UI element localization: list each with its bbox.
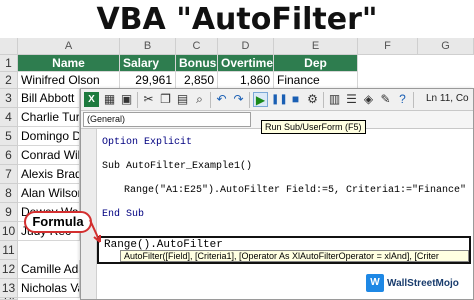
find-icon[interactable]: ⌕	[192, 92, 207, 107]
select-all-corner[interactable]	[0, 38, 18, 55]
brand-name: WallStreetMojo	[387, 277, 459, 289]
row-header[interactable]: 1	[0, 55, 18, 72]
toolbox-icon[interactable]: ✎	[378, 92, 393, 107]
row-header[interactable]: 2	[0, 72, 18, 89]
logo-icon: W	[366, 274, 384, 292]
table-cell[interactable]: Alan Wilson	[18, 184, 80, 203]
column-header-a[interactable]: A	[18, 38, 120, 55]
save-icon[interactable]: ▣	[119, 92, 134, 107]
header-cell-dep[interactable]: Dep	[274, 55, 358, 72]
row-header[interactable]: 7	[0, 165, 18, 184]
header-cell-name[interactable]: Name	[18, 55, 120, 72]
row-header[interactable]: 13	[0, 279, 18, 298]
toolbar-separator	[249, 92, 250, 108]
table-cell[interactable]: Charlie Turi	[18, 108, 80, 127]
undo-icon[interactable]: ↶	[214, 92, 229, 107]
row-header[interactable]: 5	[0, 127, 18, 146]
table-cell[interactable]: Domingo D	[18, 127, 80, 146]
table-cell[interactable]: Conrad Wil	[18, 146, 80, 165]
row-header[interactable]: 9	[0, 203, 18, 222]
table-cell[interactable]: Camille Ada	[18, 260, 80, 279]
object-browser-icon[interactable]: ◈	[361, 92, 376, 107]
row-header[interactable]: 4	[0, 108, 18, 127]
row-header[interactable]: 8	[0, 184, 18, 203]
copy-icon[interactable]: ❐	[158, 92, 173, 107]
cut-icon[interactable]: ✂	[141, 92, 156, 107]
toolbar-separator	[323, 92, 324, 108]
vba-toolbar: X ▦ ▣ ✂ ❐ ▤ ⌕ ↶ ↷ ▶ ❚❚ ■ ⚙ ▥ ☰ ◈ ✎ ? Ln …	[81, 89, 473, 111]
break-icon[interactable]: ❚❚	[271, 92, 288, 107]
paste-icon[interactable]: ▤	[175, 92, 190, 107]
object-dropdown[interactable]: (General)	[83, 112, 251, 127]
project-explorer-icon[interactable]: ▥	[327, 92, 342, 107]
run-icon[interactable]: ▶	[253, 92, 268, 107]
table-cell[interactable]: Finance	[274, 72, 358, 89]
intellisense-tooltip: AutoFilter([Field], [Criteria1], [Operat…	[120, 250, 469, 262]
redo-icon[interactable]: ↷	[231, 92, 246, 107]
insert-module-icon[interactable]: ▦	[102, 92, 117, 107]
row-header[interactable]: 3	[0, 89, 18, 108]
code-line[interactable]: End Sub	[102, 209, 144, 220]
table-cell[interactable]: 29,961	[120, 72, 176, 89]
code-line[interactable]: Range("A1:E25").AutoFilter Field:=5, Cri…	[124, 185, 466, 196]
toolbar-separator	[210, 92, 211, 108]
brand-logo: W WallStreetMojo	[366, 272, 459, 294]
table-cell[interactable]: Winifred Olson	[18, 72, 120, 89]
column-header-f[interactable]: F	[358, 38, 418, 55]
header-cell-overtime[interactable]: Overtime	[218, 55, 274, 72]
table-cell[interactable]: Alexis Bradl	[18, 165, 80, 184]
header-cell-salary[interactable]: Salary	[120, 55, 176, 72]
code-line[interactable]: Option Explicit	[102, 137, 192, 148]
page-title: VBA "AutoFilter"	[96, 2, 378, 37]
column-header-c[interactable]: C	[176, 38, 218, 55]
vba-editor-window: X ▦ ▣ ✂ ❐ ▤ ⌕ ↶ ↷ ▶ ❚❚ ■ ⚙ ▥ ☰ ◈ ✎ ? Ln …	[80, 88, 474, 300]
formula-callout: Formula	[24, 211, 92, 233]
toolbar-separator	[413, 92, 414, 108]
reset-icon[interactable]: ■	[288, 92, 303, 107]
column-header-g[interactable]: G	[418, 38, 474, 55]
table-cell[interactable]: Bill Abbott	[18, 89, 80, 108]
row-header[interactable]: 10	[0, 222, 18, 241]
design-mode-icon[interactable]: ⚙	[305, 92, 320, 107]
table-cell[interactable]: 1,860	[218, 72, 274, 89]
table-cell[interactable]: 2,850	[176, 72, 218, 89]
excel-icon[interactable]: X	[84, 92, 99, 107]
table-cell[interactable]: Nicholas Va	[18, 279, 80, 298]
row-header[interactable]: 11	[0, 241, 18, 260]
column-header-e[interactable]: E	[274, 38, 358, 55]
column-header-b[interactable]: B	[120, 38, 176, 55]
toolbar-separator	[137, 92, 138, 108]
column-header-d[interactable]: D	[218, 38, 274, 55]
properties-icon[interactable]: ☰	[344, 92, 359, 107]
header-cell-bonus[interactable]: Bonus	[176, 55, 218, 72]
run-tooltip: Run Sub/UserForm (F5)	[261, 120, 366, 134]
cursor-position: Ln 11, Co	[426, 93, 469, 104]
code-line[interactable]: Sub AutoFilter_Example1()	[102, 161, 252, 172]
help-icon[interactable]: ?	[395, 92, 410, 107]
row-header[interactable]: 6	[0, 146, 18, 165]
row-header[interactable]: 12	[0, 260, 18, 279]
callout-arrow	[89, 219, 101, 243]
